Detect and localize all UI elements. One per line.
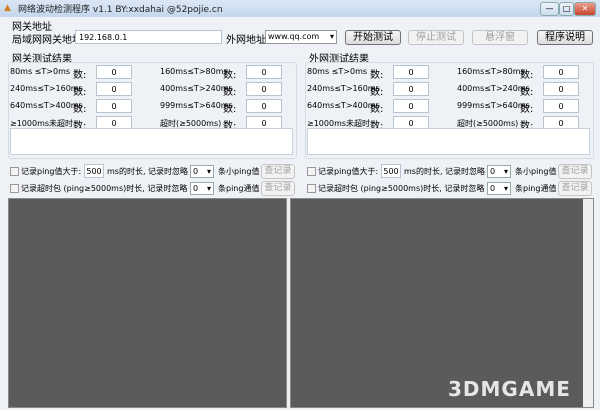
log2-view-log-button[interactable]: 查记录 <box>558 181 592 196</box>
log2-checkbox[interactable] <box>307 184 316 193</box>
log1-checkbox[interactable] <box>307 167 316 176</box>
minimize-button[interactable]: — <box>540 2 559 16</box>
count-value: 0 <box>393 65 429 79</box>
count-value: 0 <box>543 99 579 113</box>
count-value: 0 <box>246 65 282 79</box>
count-label: 数: <box>73 70 87 81</box>
range-label: 999ms≤T>640ms <box>457 101 530 110</box>
count-label: 数: <box>223 104 237 115</box>
log1-middle: ms的时长, 记录时忽略 <box>107 167 189 176</box>
log2-prefix: 记录超时包 (ping≥5000ms)时长, 记录时忽略 <box>21 184 188 193</box>
range-label: 640ms≤T>400ms <box>307 101 380 110</box>
log2-ignore-select[interactable]: 0 <box>190 182 214 195</box>
count-label: 数: <box>370 70 384 81</box>
count-value: 0 <box>393 99 429 113</box>
range-label: 400ms≤T>240ms <box>457 84 530 93</box>
count-label: 数: <box>223 70 237 81</box>
log2-prefix: 记录超时包 (ping≥5000ms)时长, 记录时忽略 <box>318 184 485 193</box>
gateway-chart-area <box>8 198 287 408</box>
range-label: 640ms≤T>400ms <box>10 101 83 110</box>
wan-address-label: 外网地址: <box>226 35 270 46</box>
app-icon: ▲ <box>4 3 11 13</box>
log1-ignore-select[interactable]: 0 <box>487 165 511 178</box>
float-window-button[interactable]: 悬浮窗 <box>472 30 528 45</box>
count-value: 0 <box>543 82 579 96</box>
window-title: 网络波动检测程序 v1.1 BY:xxdahai @52pojie.cn <box>18 5 223 15</box>
log1-prefix: 记录ping值大于: <box>318 167 379 176</box>
range-label: 80ms ≤T>0ms <box>307 67 368 76</box>
help-button[interactable]: 程序说明 <box>537 30 593 45</box>
count-label: 数: <box>370 104 384 115</box>
range-label: 160ms≤T>80ms <box>160 67 228 76</box>
close-button[interactable]: ✕ <box>574 2 596 16</box>
maximize-button[interactable]: □ <box>559 2 574 16</box>
count-value: 0 <box>96 65 132 79</box>
count-label: 数: <box>73 87 87 98</box>
title-bar: ▲ 网络波动检测程序 v1.1 BY:xxdahai @52pojie.cn —… <box>0 0 600 18</box>
count-label: 数: <box>520 70 534 81</box>
ignore-value: 0 <box>193 167 199 176</box>
range-label: 80ms ≤T>0ms <box>10 67 71 76</box>
ignore-value: 0 <box>490 167 496 176</box>
log1-suffix: 条小ping值 <box>515 167 557 176</box>
log2-view-log-button[interactable]: 查记录 <box>261 181 295 196</box>
lan-gateway-input[interactable]: 192.168.0.1 <box>75 30 222 44</box>
log1-suffix: 条小ping值 <box>218 167 260 176</box>
log1-checkbox[interactable] <box>10 167 19 176</box>
range-label: 999ms≤T>640ms <box>160 101 233 110</box>
stop-test-button[interactable]: 停止测试 <box>408 30 464 45</box>
wan-address-value: www.qq.com <box>268 32 320 41</box>
log2-suffix: 条ping通值 <box>515 184 557 193</box>
count-value: 0 <box>543 65 579 79</box>
gateway-panel: 网关测试结果 80ms ≤T>0ms 数: 0 160ms≤T>80ms 数: 0 240ms… <box>8 50 297 210</box>
wan-panel: 外网测试结果 80ms ≤T>0ms 数: 0 160ms≤T>80ms 数: 0 240ms… <box>305 50 594 210</box>
log1-threshold-input[interactable]: 500 <box>381 164 401 178</box>
log2-ignore-select[interactable]: 0 <box>487 182 511 195</box>
log-textarea[interactable] <box>307 128 590 155</box>
count-label: 数: <box>520 87 534 98</box>
count-label: 数: <box>73 104 87 115</box>
log1-view-log-button[interactable]: 查记录 <box>558 164 592 179</box>
ignore-value: 0 <box>193 184 199 193</box>
log2-checkbox[interactable] <box>10 184 19 193</box>
count-label: 数: <box>520 104 534 115</box>
log1-prefix: 记录ping值大于: <box>21 167 82 176</box>
count-label: 数: <box>370 87 384 98</box>
count-value: 0 <box>96 99 132 113</box>
log2-suffix: 条ping通值 <box>218 184 260 193</box>
wan-address-select[interactable]: www.qq.com <box>265 30 337 44</box>
range-label: 240ms≤T>160ms <box>10 84 83 93</box>
watermark: 3DMGAME <box>448 377 571 401</box>
scrollbar[interactable] <box>583 199 593 407</box>
range-label: 240ms≤T>160ms <box>307 84 380 93</box>
ignore-value: 0 <box>490 184 496 193</box>
start-test-button[interactable]: 开始测试 <box>345 30 401 45</box>
range-label: 400ms≤T>240ms <box>160 84 233 93</box>
log-textarea[interactable] <box>10 128 293 155</box>
count-value: 0 <box>393 82 429 96</box>
range-label: 160ms≤T>80ms <box>457 67 525 76</box>
log1-middle: ms的时长, 记录时忽略 <box>404 167 486 176</box>
count-value: 0 <box>246 82 282 96</box>
log1-ignore-select[interactable]: 0 <box>190 165 214 178</box>
count-value: 0 <box>246 99 282 113</box>
log1-view-log-button[interactable]: 查记录 <box>261 164 295 179</box>
log1-threshold-input[interactable]: 500 <box>84 164 104 178</box>
count-label: 数: <box>223 87 237 98</box>
client-area: 网关地址 局域网网关地址: 192.168.0.1 外网地址: www.qq.c… <box>0 17 600 410</box>
count-value: 0 <box>96 82 132 96</box>
